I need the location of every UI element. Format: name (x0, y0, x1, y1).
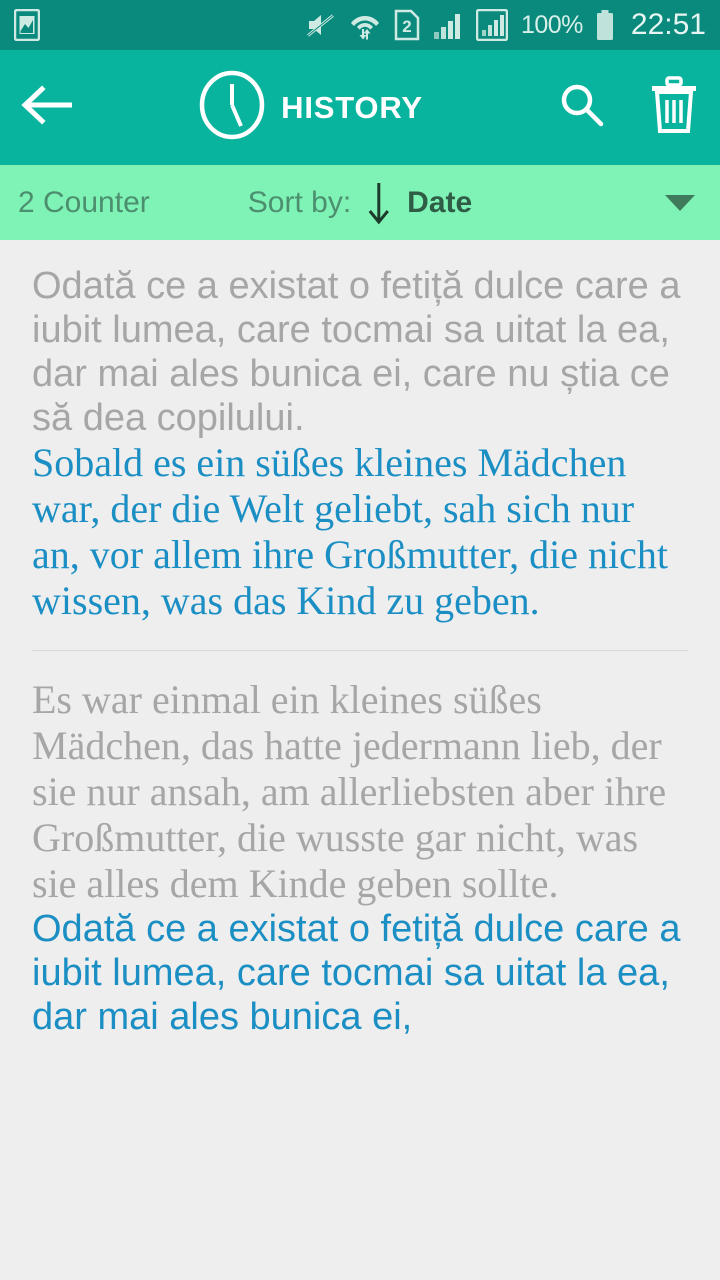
sort-value-label: Date (407, 185, 473, 219)
sort-bar: 2 Counter Sort by: Date (0, 165, 720, 240)
arrow-down-icon[interactable] (351, 178, 407, 228)
mute-icon (306, 11, 336, 39)
status-bar: 2 100% 22:51 (0, 0, 720, 50)
battery-percent-label: 100% (520, 10, 583, 39)
app-screen: 2 100% 22:51 HISTORY 2 Counter Sort by: … (0, 0, 720, 1280)
sort-selector[interactable]: Sort by: Date (248, 178, 472, 228)
status-bar-left-icons (14, 9, 40, 41)
page-title: HISTORY (281, 89, 423, 125)
history-list[interactable]: Odată ce a existat o fetiță dulce care a… (0, 240, 720, 1280)
sim2-icon: 2 (394, 9, 420, 41)
caret-down-icon (665, 194, 695, 211)
history-entry[interactable]: Odată ce a existat o fetiță dulce care a… (0, 240, 720, 624)
search-button[interactable] (536, 50, 628, 165)
search-icon (557, 80, 607, 135)
sort-by-label: Sort by: (247, 185, 352, 219)
trash-icon (649, 76, 699, 139)
wifi-transfer-icon (349, 10, 381, 40)
entry-source-text: Odată ce a existat o fetiță dulce care a… (32, 265, 681, 439)
arrow-left-icon (19, 85, 77, 130)
status-bar-right-icons: 2 100% 22:51 (306, 8, 706, 42)
signal-boxed-icon (475, 9, 508, 41)
clock-icon (199, 70, 265, 145)
entry-source-text: Es war einmal ein kleines süßes Mädchen,… (32, 677, 667, 906)
app-bar: HISTORY (0, 50, 720, 165)
delete-all-button[interactable] (628, 50, 720, 165)
history-entry[interactable]: Es war einmal ein kleines süßes Mädchen,… (0, 677, 720, 1039)
entry-target-text: Sobald es ein süßes kleines Mädchen war,… (32, 440, 668, 623)
battery-full-icon (596, 10, 614, 40)
image-icon (14, 9, 40, 41)
app-bar-title-group: HISTORY (86, 70, 536, 145)
back-button[interactable] (0, 50, 96, 165)
entry-target-text: Odată ce a existat o fetiță dulce care a… (32, 908, 681, 1038)
signal-icon (433, 10, 463, 40)
sort-dropdown-button[interactable] (658, 165, 702, 240)
status-bar-clock: 22:51 (630, 8, 706, 41)
entry-counter-label: 2 Counter (18, 185, 150, 219)
svg-text:2: 2 (402, 17, 411, 36)
